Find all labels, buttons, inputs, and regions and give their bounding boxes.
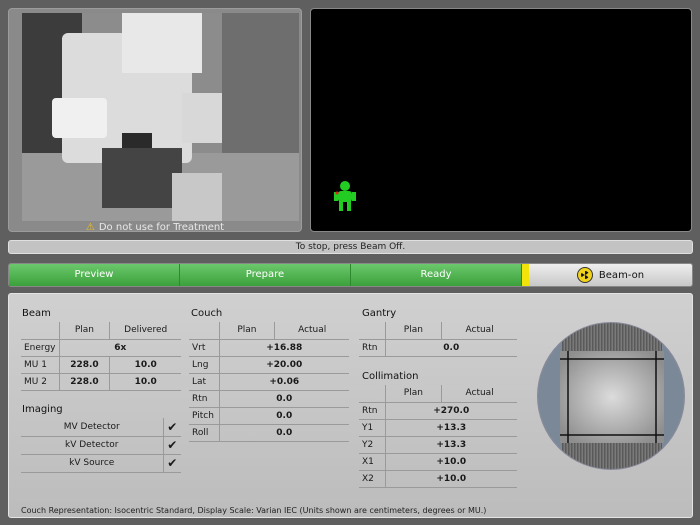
collimation-row-rtn: Rtn +270.0 <box>359 402 517 420</box>
beam-mu1-row: MU 1 228.0 10.0 <box>21 356 181 374</box>
collimation-row-y1: Y1 +13.3 <box>359 419 517 437</box>
treatment-parameters-panel: Beam Plan Delivered Energy 6x MU 1 228.0… <box>8 293 693 518</box>
patient-figure-icon <box>334 181 356 211</box>
imaging-row-kv-source: kV Source ✔ <box>21 454 181 473</box>
beam-table: Plan Delivered Energy 6x MU 1 228.0 10.0… <box>21 322 181 391</box>
radiation-icon <box>576 267 593 283</box>
couch-row-pitch: Pitch 0.0 <box>189 407 349 425</box>
room-camera-panel: ⚠ Do not use for Treatment <box>8 8 302 233</box>
collimation-section-title: Collimation <box>362 371 419 382</box>
beam-header-delivered: Delivered <box>109 322 181 340</box>
gantry-table: Plan Actual Rtn 0.0 <box>359 322 517 357</box>
warning-triangle-icon: ⚠ <box>85 222 95 233</box>
kv-source-checkmark: ✔ <box>162 454 181 473</box>
couch-representation-note: Couch Representation: Isocentric Standar… <box>21 506 487 515</box>
couch-section-title: Couch <box>191 308 223 319</box>
collimation-table: Plan Actual Rtn +270.0 Y1 +13.3 Y2 +13.3 X1… <box>359 385 517 488</box>
couch-row-lat: Lat +0.06 <box>189 373 349 391</box>
gantry-row-rtn: Rtn 0.0 <box>359 339 517 357</box>
beam-on-button[interactable]: Beam-on <box>529 264 692 286</box>
workflow-indicator <box>522 264 529 286</box>
imaging-table: MV Detector ✔ kV Detector ✔ kV Source ✔ <box>21 418 181 473</box>
workflow-step-prepare[interactable]: Prepare <box>180 264 351 286</box>
beam-mu2-row: MU 2 228.0 10.0 <box>21 373 181 391</box>
couch-row-lng: Lng +20.00 <box>189 356 349 374</box>
workflow-step-ready[interactable]: Ready <box>351 264 522 286</box>
energy-value: 6x <box>58 339 181 357</box>
couch-row-vrt: Vrt +16.88 <box>189 339 349 357</box>
imaging-row-mv-detector: MV Detector ✔ <box>21 418 181 437</box>
room-camera-image <box>22 13 299 221</box>
collimation-row-y2: Y2 +13.3 <box>359 436 517 454</box>
patient-position-view <box>310 8 692 232</box>
beam-energy-row: Energy 6x <box>21 339 181 357</box>
imaging-row-kv-detector: kV Detector ✔ <box>21 436 181 455</box>
treatment-workflow-bar: Preview Prepare Ready Beam-on <box>8 263 693 287</box>
collimator-field-graphic <box>537 322 685 470</box>
collimation-row-x1: X1 +10.0 <box>359 453 517 471</box>
couch-header-plan: Plan <box>218 322 275 340</box>
beam-header-plan: Plan <box>58 322 110 340</box>
mv-detector-checkmark: ✔ <box>162 418 181 437</box>
collimation-header-plan: Plan <box>384 385 442 403</box>
couch-header-actual: Actual <box>274 322 349 340</box>
gantry-header-plan: Plan <box>384 322 442 340</box>
stop-instruction-bar: To stop, press Beam Off. <box>8 240 693 254</box>
gantry-section-title: Gantry <box>362 308 397 319</box>
treatment-warning: ⚠ Do not use for Treatment <box>85 222 225 233</box>
gantry-header-actual: Actual <box>441 322 517 340</box>
collimation-header-actual: Actual <box>441 385 517 403</box>
imaging-section-title: Imaging <box>22 404 63 415</box>
workflow-step-preview[interactable]: Preview <box>9 264 180 286</box>
collimation-row-x2: X2 +10.0 <box>359 470 517 488</box>
couch-row-roll: Roll 0.0 <box>189 424 349 442</box>
couch-row-rtn: Rtn 0.0 <box>189 390 349 408</box>
couch-table: Plan Actual Vrt +16.88 Lng +20.00 Lat +0.06… <box>189 322 349 442</box>
beam-section-title: Beam <box>22 308 51 319</box>
kv-detector-checkmark: ✔ <box>162 436 181 455</box>
